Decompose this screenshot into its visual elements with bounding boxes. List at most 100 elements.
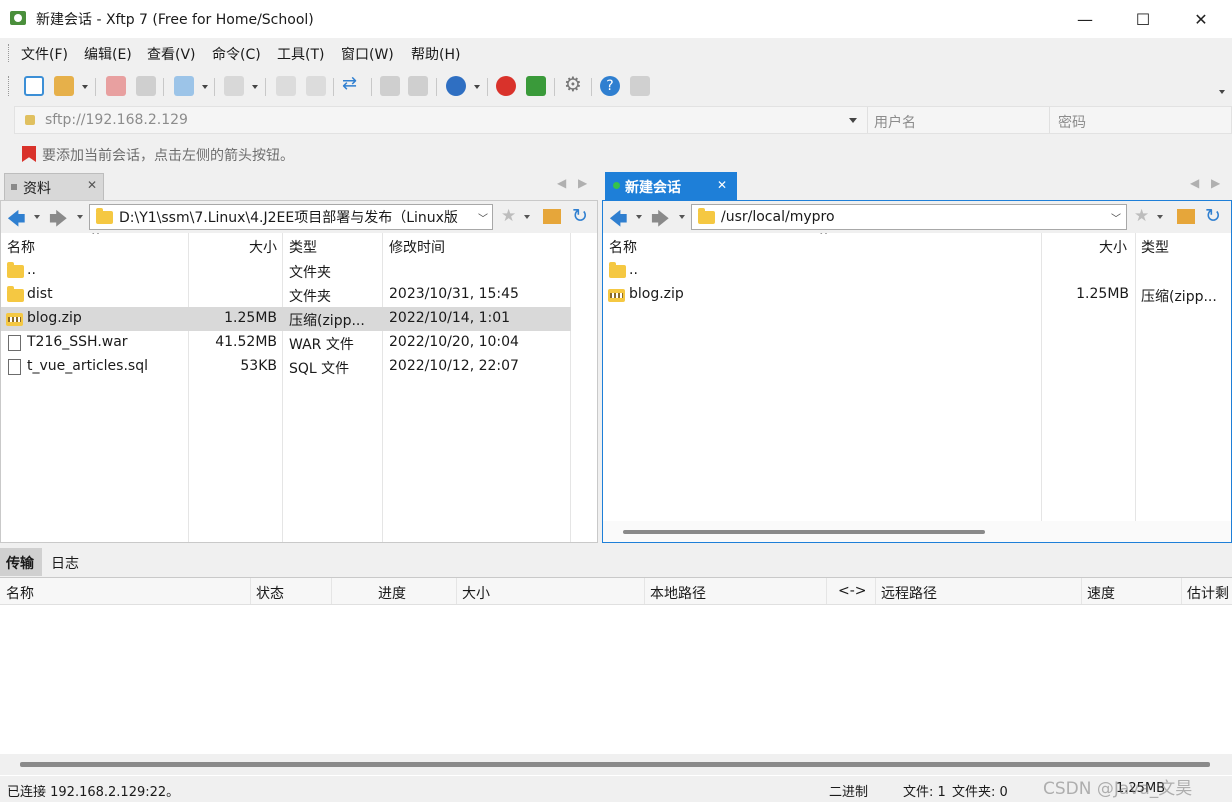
tab-scroll-right-icon[interactable]: ▶ bbox=[1211, 176, 1220, 190]
favorites-dropdown-icon[interactable] bbox=[1157, 215, 1163, 219]
remote-path-input[interactable]: /usr/local/mypro bbox=[691, 204, 1127, 230]
col-name[interactable]: 名称 bbox=[6, 583, 34, 603]
col-type[interactable]: 类型 bbox=[1141, 237, 1169, 257]
menu-command[interactable]: 命令(C) bbox=[212, 44, 261, 64]
tab-scroll-left-icon[interactable]: ◀ bbox=[557, 176, 566, 190]
tab-log[interactable]: 日志 bbox=[51, 553, 79, 573]
col-progress[interactable]: 进度 bbox=[378, 583, 406, 603]
menu-window[interactable]: 窗口(W) bbox=[341, 44, 394, 64]
encoding-dropdown-icon[interactable] bbox=[474, 85, 480, 89]
host-input[interactable]: sftp://192.168.2.129 bbox=[45, 112, 188, 128]
username-field[interactable]: 用户名 bbox=[867, 107, 1049, 133]
list-item[interactable]: T216_SSH.war 41.52MB WAR 文件 2022/10/20, … bbox=[1, 331, 571, 355]
file-modified: 2022/10/14, 1:01 bbox=[389, 310, 511, 326]
col-local-path[interactable]: 本地路径 bbox=[650, 583, 706, 603]
col-size[interactable]: 大小 bbox=[1099, 237, 1127, 257]
path-dropdown-icon[interactable]: ﹀ bbox=[1111, 210, 1121, 225]
list-item[interactable]: .. bbox=[603, 259, 1231, 283]
tab-close-icon[interactable]: ✕ bbox=[87, 178, 97, 192]
tab-scroll-right-icon[interactable]: ▶ bbox=[578, 176, 587, 190]
transfer-icon[interactable] bbox=[224, 76, 244, 96]
session-connected-icon bbox=[613, 182, 620, 189]
menu-help[interactable]: 帮助(H) bbox=[411, 44, 460, 64]
disconnect-icon[interactable] bbox=[106, 76, 126, 96]
back-dropdown-icon[interactable] bbox=[34, 215, 40, 219]
scrollbar-thumb[interactable] bbox=[623, 530, 985, 534]
transfer-panel: 传输 日志 名称 状态 进度 大小 本地路径 <-> 远程路径 速度 估计剩 bbox=[0, 546, 1232, 776]
toolbar-overflow-icon[interactable] bbox=[1219, 90, 1225, 94]
download-icon[interactable] bbox=[306, 76, 326, 96]
refresh-icon[interactable]: ↻ bbox=[572, 205, 588, 227]
remote-path-bar: 🡄 🡆 /usr/local/mypro ﹀ ★ ↻ bbox=[603, 201, 1231, 233]
list-item[interactable]: t_vue_articles.sql 53KB SQL 文件 2022/10/1… bbox=[1, 355, 571, 379]
menu-tools[interactable]: 工具(T) bbox=[277, 44, 324, 64]
tab-remote-session[interactable]: 新建会话 ✕ bbox=[605, 172, 737, 201]
list-item[interactable]: blog.zip 1.25MB 压缩(zipp... bbox=[603, 283, 1231, 307]
bookmark-icon[interactable] bbox=[22, 146, 36, 162]
star-icon[interactable]: ★ bbox=[1134, 206, 1149, 226]
file-icon bbox=[8, 359, 21, 375]
list-item[interactable]: .. 文件夹 bbox=[1, 259, 571, 283]
maximize-button[interactable]: ☐ bbox=[1114, 0, 1172, 38]
xftp-icon[interactable] bbox=[526, 76, 546, 96]
xshell-icon[interactable] bbox=[496, 76, 516, 96]
col-name[interactable]: 名称 bbox=[609, 237, 637, 257]
upload-icon[interactable] bbox=[276, 76, 296, 96]
reconnect-icon[interactable] bbox=[136, 76, 156, 96]
scrollbar-thumb[interactable] bbox=[20, 762, 1210, 767]
col-direction[interactable]: <-> bbox=[838, 583, 867, 599]
menu-view[interactable]: 查看(V) bbox=[147, 44, 196, 64]
tab-scroll-left-icon[interactable]: ◀ bbox=[1190, 176, 1199, 190]
file-icon bbox=[8, 335, 21, 351]
col-size[interactable]: 大小 bbox=[462, 583, 490, 603]
favorites-dropdown-icon[interactable] bbox=[524, 215, 530, 219]
back-dropdown-icon[interactable] bbox=[636, 215, 642, 219]
col-modified[interactable]: 修改时间 bbox=[389, 237, 445, 257]
col-remote-path[interactable]: 远程路径 bbox=[881, 583, 937, 603]
menu-file[interactable]: 文件(F) bbox=[21, 44, 68, 64]
menu-edit[interactable]: 编辑(E) bbox=[84, 44, 132, 64]
col-name[interactable]: 名称 bbox=[7, 237, 35, 257]
new-session-icon[interactable] bbox=[24, 76, 44, 96]
horizontal-scrollbar[interactable] bbox=[603, 521, 1231, 542]
home-icon[interactable] bbox=[1177, 209, 1195, 224]
tab-transfer[interactable]: 传输 bbox=[0, 548, 42, 576]
forward-dropdown-icon[interactable] bbox=[679, 215, 685, 219]
col-eta[interactable]: 估计剩 bbox=[1187, 583, 1229, 603]
file-name: dist bbox=[27, 286, 53, 302]
star-icon[interactable]: ★ bbox=[501, 206, 516, 226]
host-dropdown-icon[interactable] bbox=[849, 118, 857, 123]
tab-close-icon[interactable]: ✕ bbox=[717, 178, 727, 192]
col-type[interactable]: 类型 bbox=[289, 237, 317, 257]
col-speed[interactable]: 速度 bbox=[1087, 583, 1115, 603]
close-button[interactable]: ✕ bbox=[1172, 0, 1230, 38]
globe-icon[interactable] bbox=[446, 76, 466, 96]
path-dropdown-icon[interactable]: ﹀ bbox=[478, 210, 488, 225]
password-field[interactable]: 密码 bbox=[1049, 107, 1232, 133]
tab-local-files[interactable]: 资料 ✕ bbox=[4, 173, 104, 201]
chat-icon[interactable] bbox=[630, 76, 650, 96]
sync-arrows-icon[interactable]: ⇄ bbox=[342, 73, 362, 94]
csdn-watermark: CSDN @Java_文昊 bbox=[1043, 779, 1193, 799]
gear-icon[interactable]: ⚙ bbox=[564, 72, 584, 96]
col-size[interactable]: 大小 bbox=[249, 237, 277, 257]
folder-icon bbox=[609, 261, 626, 278]
zip-file-icon bbox=[6, 312, 23, 326]
local-path-input[interactable]: D:\Y1\ssm\7.Linux\4.J2EE项目部署与发布（Linux版 bbox=[89, 204, 493, 230]
minimize-button[interactable]: — bbox=[1056, 0, 1114, 38]
session-properties-icon[interactable] bbox=[174, 76, 194, 96]
open-dropdown-icon[interactable] bbox=[82, 85, 88, 89]
transfer-scrollbar[interactable] bbox=[0, 754, 1232, 775]
list-item[interactable]: dist 文件夹 2023/10/31, 15:45 bbox=[1, 283, 571, 307]
refresh-icon[interactable]: ↻ bbox=[1205, 205, 1221, 227]
properties-dropdown-icon[interactable] bbox=[202, 85, 208, 89]
help-icon[interactable]: ? bbox=[600, 76, 620, 96]
forward-dropdown-icon[interactable] bbox=[77, 215, 83, 219]
transfer-dropdown-icon[interactable] bbox=[252, 85, 258, 89]
open-folder-icon[interactable] bbox=[54, 76, 74, 96]
copy-icon[interactable] bbox=[380, 76, 400, 96]
home-icon[interactable] bbox=[543, 209, 561, 224]
paste-icon[interactable] bbox=[408, 76, 428, 96]
list-item-selected[interactable]: blog.zip 1.25MB 压缩(zipp... 2022/10/14, 1… bbox=[1, 307, 571, 331]
col-status[interactable]: 状态 bbox=[256, 583, 284, 603]
